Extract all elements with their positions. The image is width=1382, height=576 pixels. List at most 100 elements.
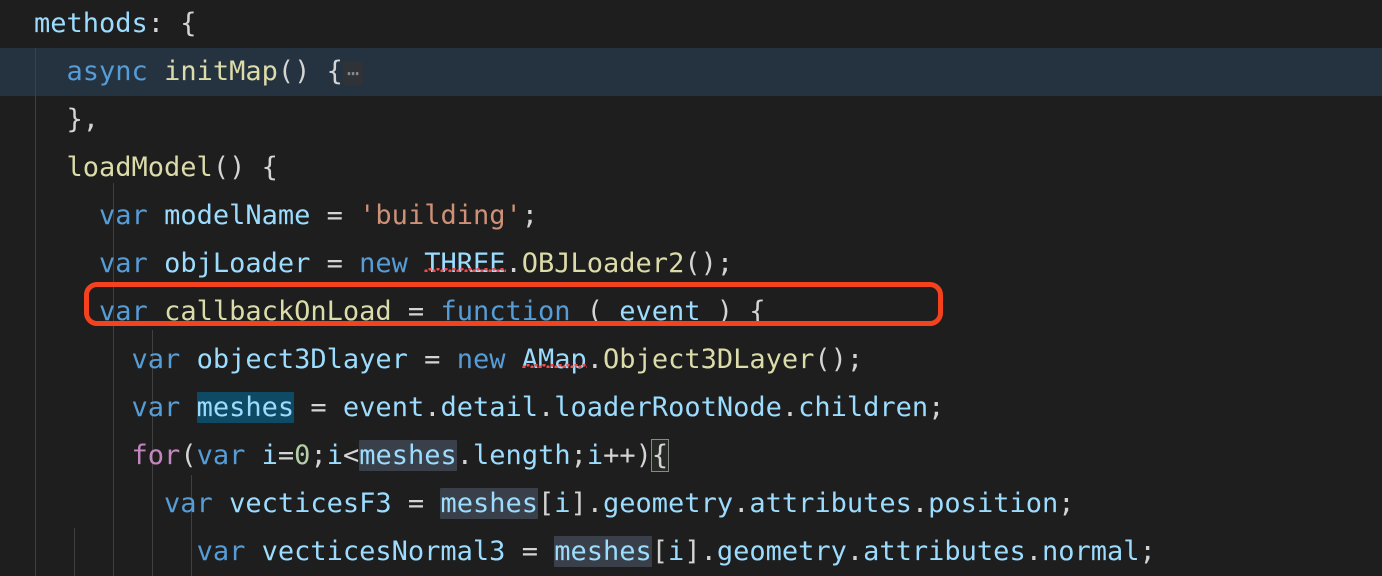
code-token: . [424, 392, 441, 423]
code-token: ++) [603, 440, 652, 471]
code-token: objLoader [164, 248, 311, 279]
code-token: . [505, 248, 522, 279]
code-token: attributes [749, 488, 912, 519]
code-token: < [342, 440, 360, 471]
code-token: : { [147, 8, 197, 39]
code-token: detail [440, 392, 539, 423]
code-line[interactable]: }, [0, 96, 1382, 144]
code-editor[interactable]: methods: { async initMap() {⋯ }, loadMod… [0, 0, 1382, 576]
code-token: vecticesF3 [229, 488, 392, 519]
code-token: [ [651, 536, 669, 567]
code-token: loadModel [66, 152, 213, 183]
code-token: var [196, 536, 246, 567]
code-token: [ [537, 488, 555, 519]
code-token: (); [684, 248, 734, 279]
code-token: = [310, 248, 360, 279]
code-token: var [99, 296, 148, 327]
code-token: ]. [684, 536, 717, 567]
code-line[interactable]: var modelName = 'building'; [0, 192, 1382, 240]
code-token: = [277, 440, 295, 471]
code-token: var [164, 488, 213, 519]
code-token: Object3DLayer [603, 344, 815, 375]
code-token: event [342, 392, 425, 423]
code-line[interactable]: async initMap() {⋯ [0, 48, 1382, 96]
code-line[interactable]: methods: { [0, 0, 1382, 48]
folded-code-ellipsis[interactable]: ⋯ [342, 61, 363, 85]
code-token: initMap [164, 56, 278, 87]
code-token: meshes [440, 488, 538, 519]
code-line-text: methods: { [0, 0, 197, 48]
code-line-text: for(var i=0;i<meshes.length;i++){ [0, 432, 670, 480]
code-line-text: }, [0, 96, 100, 144]
code-token: event [619, 296, 701, 327]
code-line[interactable]: var vecticesF3 = meshes[i].geometry.attr… [0, 480, 1382, 528]
code-line[interactable]: var objLoader = new THREE.OBJLoader2(); [0, 240, 1382, 288]
code-token: ( [180, 440, 197, 471]
code-token: meshes [196, 392, 295, 423]
code-token: . [846, 536, 864, 567]
code-token: function [440, 296, 571, 327]
code-token: () { [212, 152, 278, 183]
code-token: async [66, 56, 148, 87]
code-token: object3Dlayer [196, 344, 408, 375]
code-token: THREE [424, 248, 506, 279]
code-token: 0 [294, 440, 311, 471]
code-line-text: var object3Dlayer = new AMap.Object3DLay… [0, 336, 864, 384]
code-token: . [456, 440, 474, 471]
code-token: = [505, 536, 555, 567]
code-line[interactable]: var meshes = event.detail.loaderRootNode… [0, 384, 1382, 432]
code-line[interactable]: var vecticesNormal3 = meshes[i].geometry… [0, 528, 1382, 576]
code-token: OBJLoader2 [521, 248, 685, 279]
code-token: methods [34, 8, 148, 39]
code-token: = [407, 344, 457, 375]
code-token: normal [1041, 536, 1140, 567]
code-token: ; [521, 200, 538, 231]
code-token: var [131, 392, 181, 423]
code-token: callbackOnLoad [164, 296, 392, 327]
code-line[interactable]: var object3Dlayer = new AMap.Object3DLay… [0, 336, 1382, 384]
code-token: ) { [700, 296, 766, 327]
code-token: loaderRootNode [554, 392, 782, 423]
code-token: vecticesNormal3 [261, 536, 506, 567]
code-token: { [650, 439, 670, 472]
code-token: new [359, 248, 408, 279]
code-line-text: var vecticesNormal3 = meshes[i].geometry… [0, 528, 1156, 576]
code-token: AMap [521, 344, 587, 375]
code-line[interactable]: var callbackOnLoad = function ( event ) … [0, 288, 1382, 336]
code-token: i [586, 440, 604, 471]
code-line-text: loadModel() { [0, 144, 278, 192]
code-token: }, [34, 104, 100, 135]
code-token: (); [814, 344, 864, 375]
code-line[interactable]: loadModel() { [0, 144, 1382, 192]
code-token: ; [570, 440, 587, 471]
code-token: position [928, 488, 1059, 519]
code-line-text: var callbackOnLoad = function ( event ) … [0, 288, 766, 336]
code-token: = [310, 200, 360, 231]
code-token: length [473, 440, 571, 471]
code-token: ; [1139, 536, 1156, 567]
code-token: ; [310, 440, 327, 471]
code-token: i [668, 536, 685, 567]
code-content[interactable]: methods: { async initMap() {⋯ }, loadMod… [0, 0, 1382, 576]
code-line-text: var modelName = 'building'; [0, 192, 538, 240]
code-token: i [261, 440, 278, 471]
code-token: var [99, 248, 148, 279]
code-token: i [326, 440, 343, 471]
code-token: ( [570, 296, 620, 327]
code-token: . [733, 488, 750, 519]
code-token: attributes [863, 536, 1026, 567]
code-token: i [554, 488, 571, 519]
code-line[interactable]: for(var i=0;i<meshes.length;i++){ [0, 432, 1382, 480]
